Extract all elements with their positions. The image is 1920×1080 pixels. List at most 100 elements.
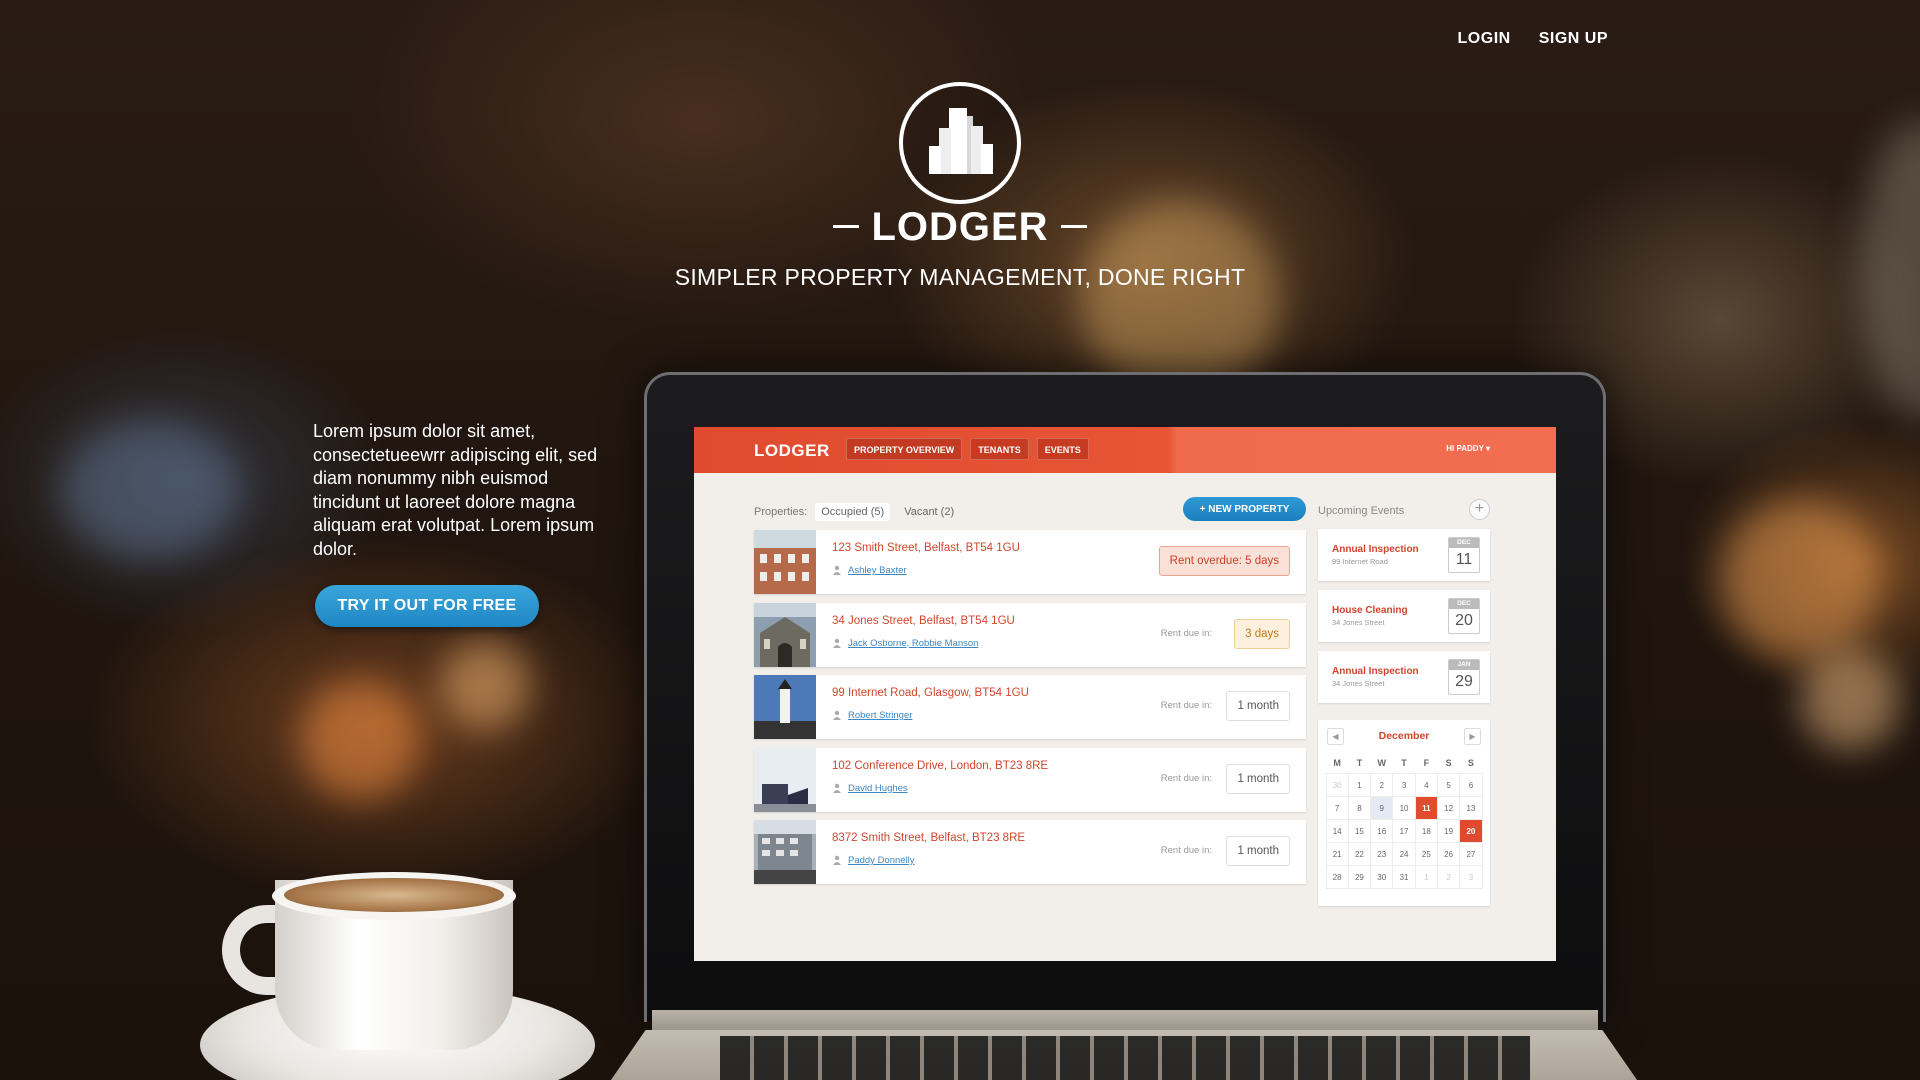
event-card[interactable]: House Cleaning 34 Jones Street DEC 20 <box>1318 590 1490 642</box>
property-photo <box>754 602 816 667</box>
event-location: 34 Jones Street <box>1332 618 1385 627</box>
property-row[interactable]: 34 Jones Street, Belfast, BT54 1GU Jack … <box>754 602 1306 667</box>
app-logo[interactable]: LODGER <box>754 441 830 461</box>
rent-status: 1 month <box>1226 836 1290 866</box>
new-property-button[interactable]: + NEW PROPERTY <box>1183 497 1306 521</box>
tab-property-overview[interactable]: PROPERTY OVERVIEW <box>846 438 963 460</box>
calendar-day[interactable]: 30 <box>1325 772 1349 797</box>
rent-label: Rent due in: <box>1160 700 1212 711</box>
property-filter: Properties: Occupied (5) Vacant (2) <box>754 503 960 521</box>
calendar-day[interactable]: 7 <box>1325 795 1349 820</box>
login-link[interactable]: LOGIN <box>1458 30 1511 48</box>
add-event-button[interactable]: + <box>1469 499 1490 520</box>
person-icon <box>833 855 841 865</box>
tenant-link[interactable]: Robert Stringer <box>848 710 912 721</box>
property-row[interactable]: 99 Internet Road, Glasgow, BT54 1GU Robe… <box>754 675 1306 739</box>
calendar-day[interactable]: 15 <box>1347 818 1372 843</box>
calendar-day[interactable]: 18 <box>1414 818 1438 843</box>
calendar-day[interactable]: 28 <box>1325 864 1349 889</box>
tenant-link[interactable]: David Hughes <box>848 783 908 794</box>
tenant-link[interactable]: Ashley Baxter <box>848 565 907 576</box>
calendar-day[interactable]: 14 <box>1325 818 1349 843</box>
calendar-weekday: S <box>1467 758 1474 768</box>
tab-events[interactable]: EVENTS <box>1036 438 1089 460</box>
event-card[interactable]: Annual Inspection 99 Internet Road DEC 1… <box>1318 529 1490 581</box>
calendar-day[interactable]: 17 <box>1392 818 1416 843</box>
event-day: 29 <box>1455 673 1473 690</box>
person-icon <box>833 783 841 793</box>
property-address[interactable]: 99 Internet Road, Glasgow, BT54 1GU <box>832 687 1029 699</box>
calendar-day[interactable]: 3 <box>1459 864 1483 889</box>
rent-status: Rent overdue: 5 days <box>1158 546 1290 576</box>
calendar-day[interactable]: 4 <box>1414 772 1438 797</box>
calendar-day[interactable]: 31 <box>1392 864 1416 889</box>
user-menu[interactable]: HI PADDY ▾ <box>1446 444 1490 453</box>
property-photo <box>754 747 816 812</box>
property-row[interactable]: 8372 Smith Street, Belfast, BT23 8RE Pad… <box>754 820 1306 884</box>
calendar-day[interactable]: 13 <box>1459 795 1483 820</box>
calendar-day[interactable]: 2 <box>1370 772 1394 797</box>
rent-status: 1 month <box>1226 691 1290 721</box>
tab-tenants[interactable]: TENANTS <box>970 438 1029 460</box>
property-row[interactable]: 123 Smith Street, Belfast, BT54 1GU Ashl… <box>754 530 1306 594</box>
app-screen: LODGER PROPERTY OVERVIEW TENANTS EVENTS … <box>694 427 1556 961</box>
filter-occupied[interactable]: Occupied (5) <box>815 503 891 521</box>
calendar-day[interactable]: 26 <box>1436 841 1461 866</box>
mini-calendar: ◀ December ▶ M T W T F S S 30 1 2 3 4 5 6 7 8 9 10 11 12 13 1… <box>1318 720 1490 906</box>
try-free-button[interactable]: TRY IT OUT FOR FREE <box>315 585 539 627</box>
calendar-day[interactable]: 24 <box>1392 841 1416 866</box>
calendar-day[interactable]: 27 <box>1459 841 1483 866</box>
properties-label: Properties: <box>754 506 808 518</box>
calendar-day[interactable]: 30 <box>1370 864 1394 889</box>
calendar-day[interactable]: 22 <box>1347 841 1372 866</box>
property-address[interactable]: 102 Conference Drive, London, BT23 8RE <box>832 760 1048 772</box>
event-location: 99 Internet Road <box>1332 557 1388 566</box>
property-photo <box>754 675 816 739</box>
calendar-day[interactable]: 1 <box>1414 864 1438 889</box>
tenant-link[interactable]: Paddy Donnelly <box>848 855 915 866</box>
event-name: Annual Inspection <box>1332 666 1419 677</box>
calendar-weekday: W <box>1377 758 1386 768</box>
calendar-day[interactable]: 1 <box>1347 772 1372 797</box>
event-name: Annual Inspection <box>1332 544 1419 555</box>
calendar-day[interactable]: 11 <box>1414 795 1438 820</box>
event-date: JAN 29 <box>1448 659 1480 695</box>
calendar-day[interactable]: 20 <box>1459 818 1483 843</box>
intro-text: Lorem ipsum dolor sit amet, consectetuee… <box>313 421 598 559</box>
event-month: DEC <box>1449 538 1479 548</box>
rent-label: Rent due in: <box>1160 845 1212 856</box>
calendar-weekday: F <box>1423 758 1430 768</box>
calendar-day[interactable]: 25 <box>1414 841 1438 866</box>
property-address[interactable]: 8372 Smith Street, Belfast, BT23 8RE <box>832 832 1025 844</box>
property-address[interactable]: 34 Jones Street, Belfast, BT54 1GU <box>832 615 1015 627</box>
event-day: 11 <box>1455 551 1473 568</box>
calendar-day[interactable]: 29 <box>1347 864 1372 889</box>
event-day: 20 <box>1455 612 1473 629</box>
calendar-day[interactable]: 5 <box>1436 772 1461 797</box>
calendar-day[interactable]: 10 <box>1392 795 1416 820</box>
calendar-day[interactable]: 19 <box>1436 818 1461 843</box>
filter-vacant[interactable]: Vacant (2) <box>898 503 960 521</box>
calendar-day[interactable]: 3 <box>1392 772 1416 797</box>
calendar-day[interactable]: 16 <box>1370 818 1394 843</box>
calendar-day[interactable]: 8 <box>1347 795 1372 820</box>
calendar-day[interactable]: 21 <box>1325 841 1349 866</box>
property-row[interactable]: 102 Conference Drive, London, BT23 8RE D… <box>754 747 1306 812</box>
chevron-right-icon[interactable]: ▶ <box>1464 728 1481 745</box>
latte-art <box>284 878 504 912</box>
calendar-day[interactable]: 6 <box>1459 772 1483 797</box>
brand-dash-right <box>1060 224 1087 228</box>
brand-name: LODGER <box>871 205 1049 249</box>
event-location: 34 Jones Street <box>1332 679 1385 688</box>
calendar-day[interactable]: 2 <box>1436 864 1461 889</box>
person-icon <box>833 565 841 575</box>
calendar-weekday: T <box>1356 758 1363 768</box>
calendar-day[interactable]: 23 <box>1370 841 1394 866</box>
signup-link[interactable]: SIGN UP <box>1539 30 1608 48</box>
property-list: 123 Smith Street, Belfast, BT54 1GU Ashl… <box>754 530 1306 893</box>
calendar-day[interactable]: 9 <box>1370 795 1394 820</box>
tenant-link[interactable]: Jack Osborne, Robbie Manson <box>848 638 978 649</box>
property-address[interactable]: 123 Smith Street, Belfast, BT54 1GU <box>832 542 1020 554</box>
event-card[interactable]: Annual Inspection 34 Jones Street JAN 29 <box>1318 651 1490 703</box>
calendar-day[interactable]: 12 <box>1436 795 1461 820</box>
